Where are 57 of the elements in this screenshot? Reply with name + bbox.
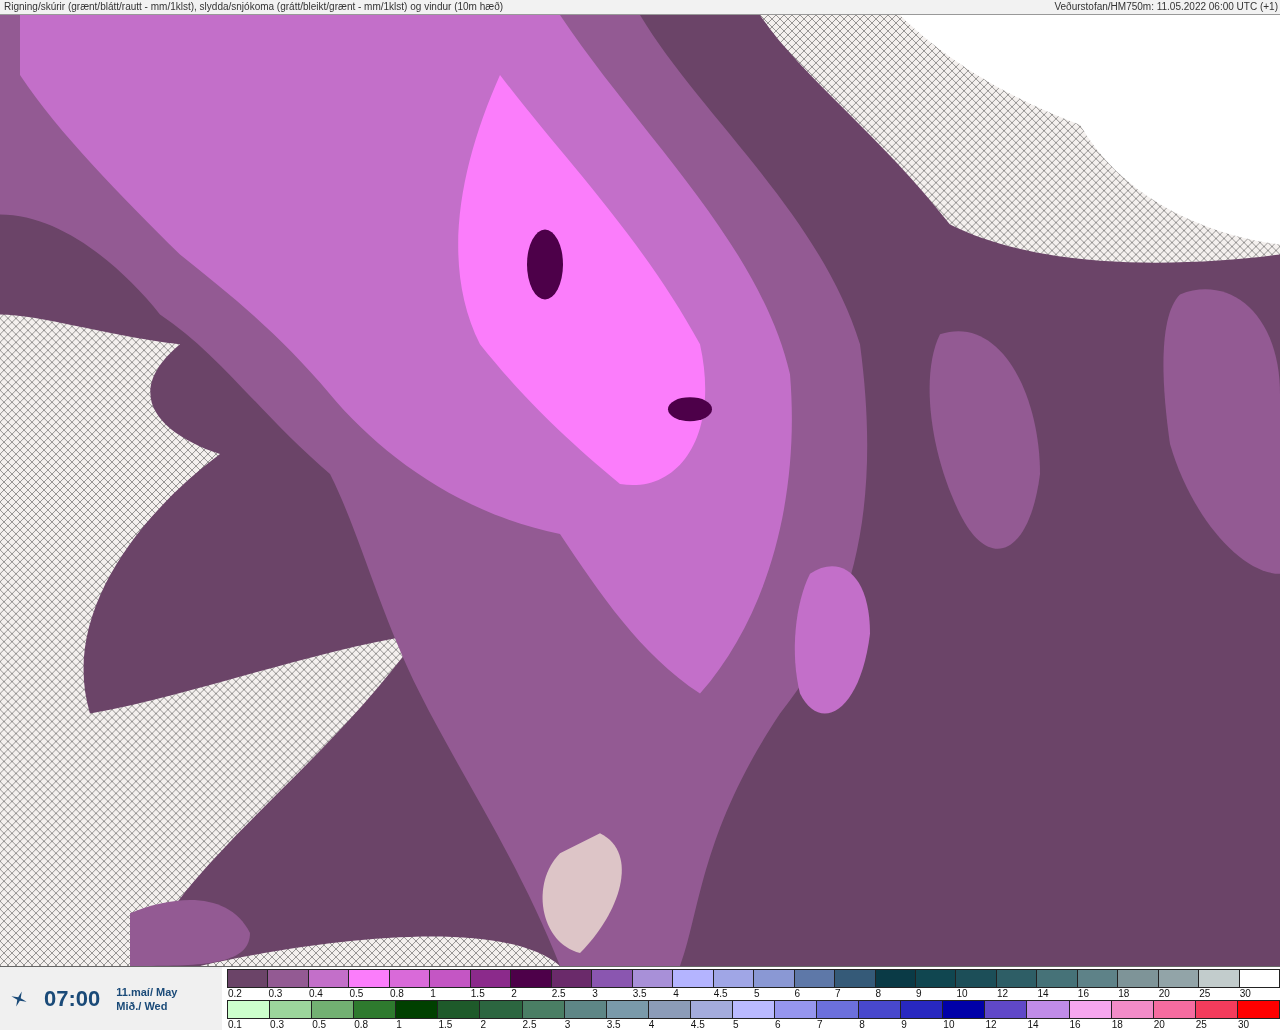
scale-value: 3 (564, 1019, 571, 1030)
scale-value: 18 (1118, 988, 1130, 999)
scale-value: 4.5 (713, 988, 728, 999)
scale-value: 8 (875, 988, 882, 999)
scale-value: 7 (817, 1019, 823, 1030)
scale-value: 9 (915, 988, 922, 999)
scale-value: 30 (1237, 1019, 1249, 1030)
scale-value: 3.5 (632, 988, 647, 999)
scale-value: 5 (754, 988, 760, 999)
scale-value: 4 (673, 988, 679, 999)
scale-value: 0.2 (228, 988, 242, 999)
model-run-info: Veðurstofan/HM750m: 11.05.2022 06:00 UTC (+1) (1054, 1, 1278, 13)
scale-value: 7 (835, 988, 841, 999)
weekday-label: Mið./ Wed (116, 999, 169, 1012)
scale-value: 20 (1158, 988, 1170, 999)
scale-value: 4.5 (690, 1019, 705, 1030)
scale-value: 30 (1239, 988, 1251, 999)
scale-value: 0.4 (308, 988, 323, 999)
scale-value: 2 (511, 988, 517, 999)
scale-value: 1.5 (470, 988, 485, 999)
scale-value: 5 (732, 1019, 739, 1030)
scale-value: 2.5 (522, 1019, 537, 1030)
scale-value: 1.5 (438, 1019, 453, 1030)
scale-value: 16 (1069, 1019, 1081, 1030)
scale-value: 18 (1111, 1019, 1123, 1030)
scale-value: 1 (430, 988, 436, 999)
compass-star-icon (10, 989, 28, 1008)
scale-value: 6 (794, 988, 801, 999)
scale-value: 0.5 (349, 988, 364, 999)
scale-value: 12 (985, 1019, 997, 1030)
time-label: 07:00 (44, 985, 101, 1012)
scale-value: 2.5 (551, 988, 566, 999)
scale-value: 3.5 (606, 1019, 621, 1030)
scale-value: 10 (943, 1019, 955, 1030)
scale-value: 0.8 (389, 988, 404, 999)
scale-value: 8 (859, 1019, 865, 1030)
scale-value: 0.1 (228, 1019, 242, 1030)
scale-value: 3 (592, 988, 598, 999)
scale-value: 25 (1199, 988, 1211, 999)
scale-value: 0.8 (354, 1019, 369, 1030)
scale-value: 0.3 (270, 1019, 284, 1030)
date-label: 11.maí/ May (116, 985, 178, 998)
scale-value: 2 (480, 1019, 487, 1030)
scale-value: 10 (956, 988, 968, 999)
scale-value: 25 (1195, 1019, 1207, 1030)
scale-value: 20 (1153, 1019, 1165, 1030)
scale-value: 9 (901, 1019, 907, 1030)
scale-value: 0.3 (268, 988, 283, 999)
scale-value: 16 (1077, 988, 1089, 999)
scale-value: 1 (396, 1019, 402, 1030)
map-title: Rigning/skúrir (grænt/blátt/rautt - mm/1klst), slydda/snjókoma (grátt/bleikt/grænt - mm/1klst) og vindur (10m hæð) (4, 1, 504, 13)
scale-value: 6 (775, 1019, 781, 1030)
scale-value: 14 (1027, 1019, 1039, 1030)
scale-value: 14 (1037, 988, 1049, 999)
scale-value: 0.5 (312, 1019, 327, 1030)
scale-value: 4 (648, 1019, 655, 1030)
scale-value: 12 (996, 988, 1009, 999)
